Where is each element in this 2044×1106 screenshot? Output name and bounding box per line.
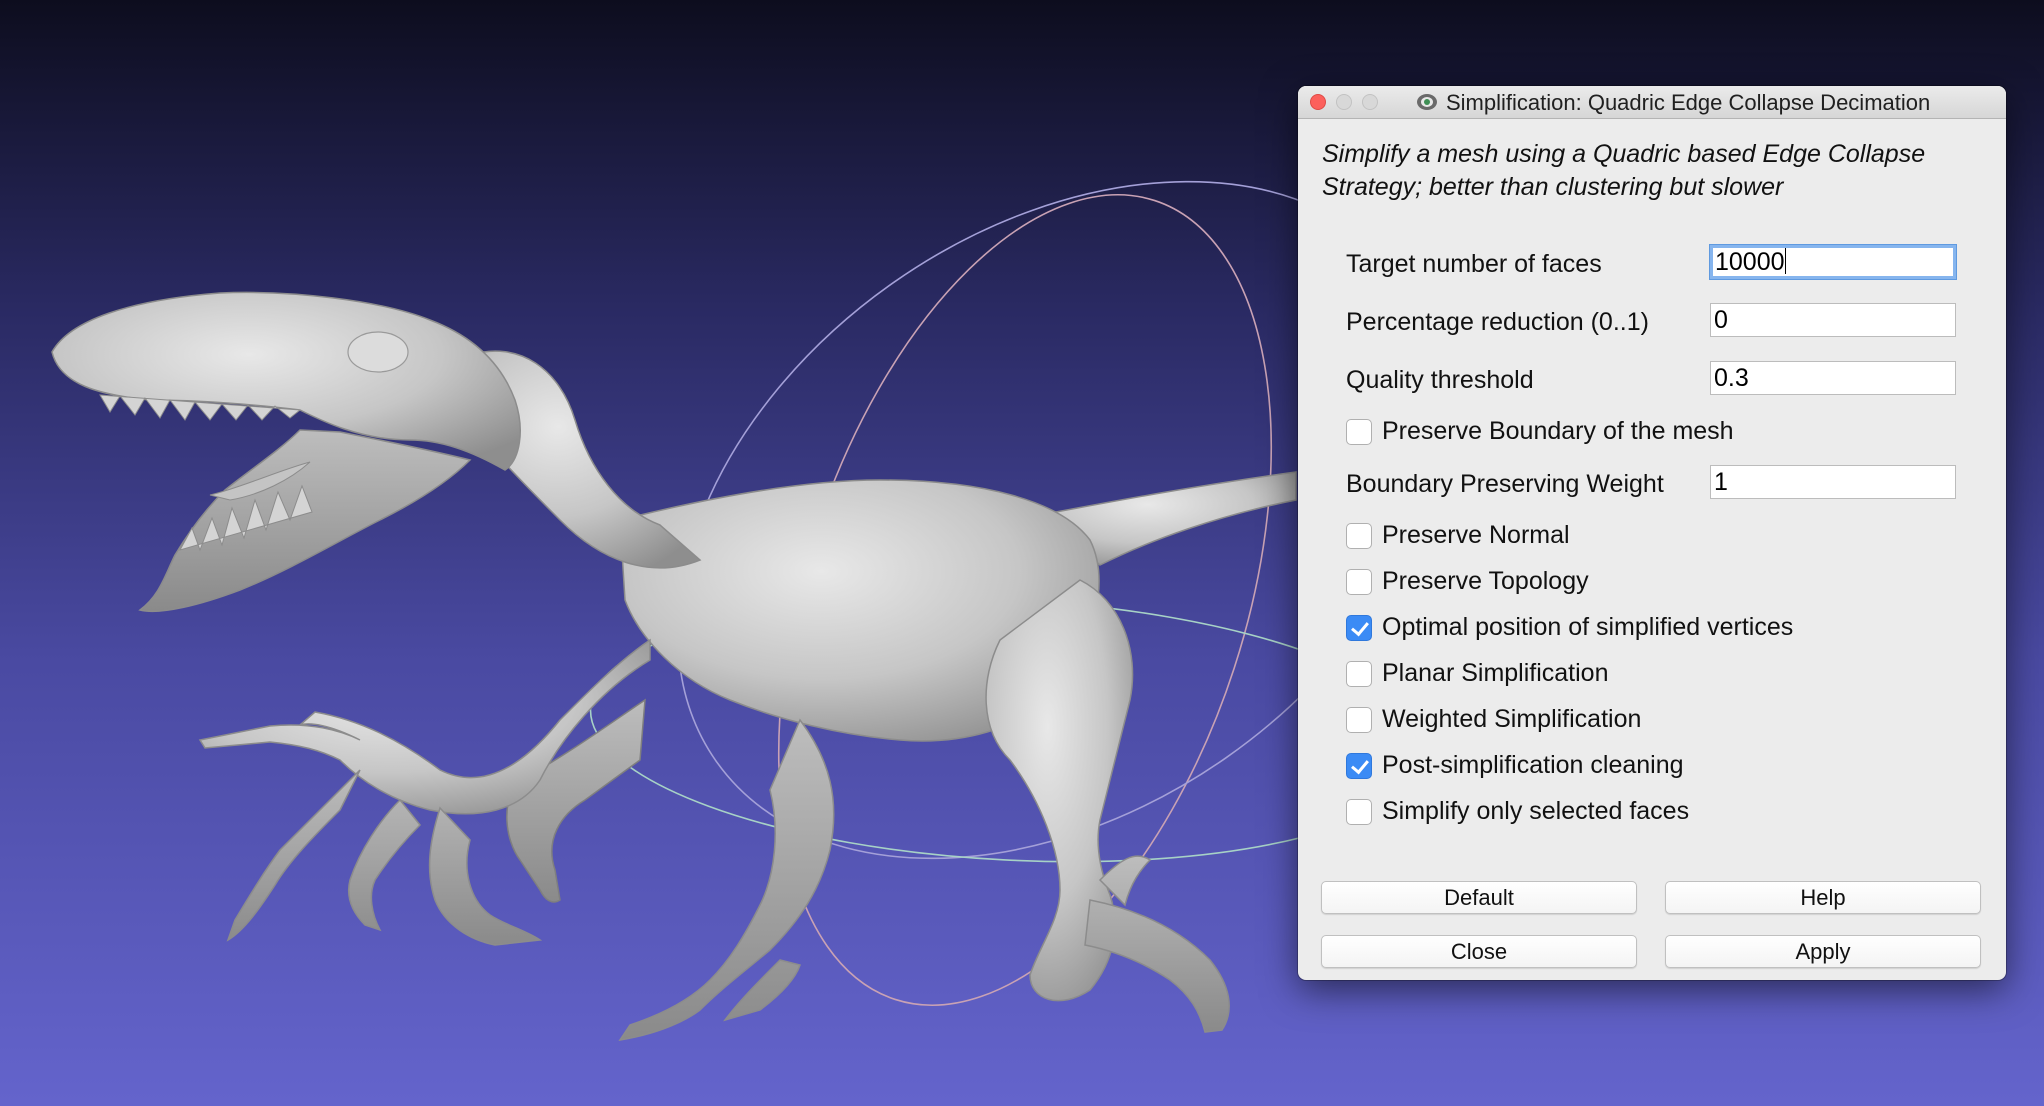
text-caret [1784, 248, 1786, 274]
preserve-boundary-checkbox[interactable] [1346, 419, 1372, 445]
raptor-mesh[interactable] [51, 291, 1297, 1042]
preserve-normal-checkbox[interactable] [1346, 523, 1372, 549]
boundary-weight-label: Boundary Preserving Weight [1346, 470, 1664, 498]
raptor-eye [347, 331, 409, 373]
raptor-far-leg [506, 698, 646, 903]
raptor-near-foot [1084, 855, 1230, 1033]
planar-simplification-label: Planar Simplification [1382, 659, 1609, 687]
title-bar[interactable]: Simplification: Quadric Edge Collapse De… [1298, 86, 2006, 119]
preserve-normal-label: Preserve Normal [1382, 521, 1570, 549]
optimal-position-label: Optimal position of simplified vertices [1382, 613, 1794, 641]
simplification-dialog: Simplification: Quadric Edge Collapse De… [1298, 86, 2006, 980]
close-button[interactable]: Close [1321, 935, 1637, 968]
window-zoom-button[interactable] [1362, 94, 1378, 110]
target-faces-label: Target number of faces [1346, 250, 1602, 278]
quality-threshold-input[interactable]: 0.3 [1710, 361, 1956, 395]
preserve-boundary-label: Preserve Boundary of the mesh [1382, 417, 1734, 445]
target-faces-input[interactable]: 10000 [1710, 245, 1956, 279]
raptor-far-foot [618, 718, 835, 1042]
preserve-topology-label: Preserve Topology [1382, 567, 1589, 595]
apply-button[interactable]: Apply [1665, 935, 1981, 968]
dialog-title: Simplification: Quadric Edge Collapse De… [1446, 90, 1931, 115]
filter-description: Simplify a mesh using a Quadric based Ed… [1322, 140, 1926, 201]
weighted-simplification-checkbox[interactable] [1346, 707, 1372, 733]
window-minimize-button[interactable] [1336, 94, 1352, 110]
boundary-weight-input[interactable]: 1 [1710, 465, 1956, 499]
selected-faces-only-label: Simplify only selected faces [1382, 797, 1690, 825]
window-close-button[interactable] [1310, 94, 1326, 110]
help-button[interactable]: Help [1665, 881, 1981, 914]
target-faces-value: 10000 [1715, 248, 1785, 276]
post-cleaning-checkbox[interactable] [1346, 753, 1372, 779]
meshlab-app-icon [1417, 94, 1437, 110]
preserve-topology-checkbox[interactable] [1346, 569, 1372, 595]
post-cleaning-label: Post-simplification cleaning [1382, 751, 1684, 779]
percentage-reduction-label: Percentage reduction (0..1) [1346, 308, 1649, 336]
optimal-position-checkbox[interactable] [1346, 615, 1372, 641]
selected-faces-only-checkbox[interactable] [1346, 799, 1372, 825]
quality-threshold-label: Quality threshold [1346, 366, 1534, 394]
weighted-simplification-label: Weighted Simplification [1382, 705, 1642, 733]
raptor-lower-jaw [138, 429, 472, 613]
percentage-reduction-input[interactable]: 0 [1710, 303, 1956, 337]
planar-simplification-checkbox[interactable] [1346, 661, 1372, 687]
default-button[interactable]: Default [1321, 881, 1637, 914]
